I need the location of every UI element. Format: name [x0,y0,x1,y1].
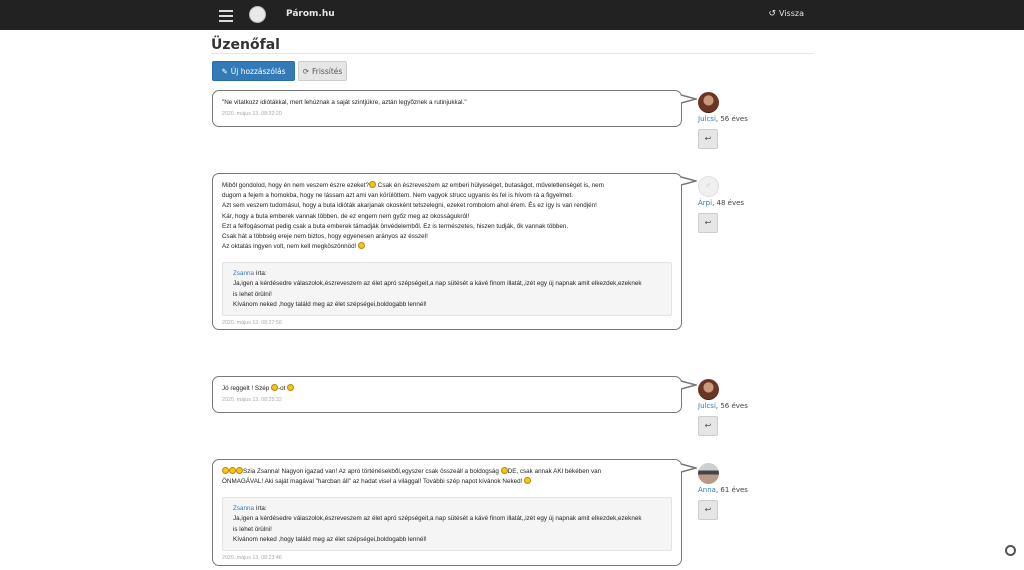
hamburger-menu-icon[interactable] [219,7,233,23]
reply-button[interactable]: ↩ [698,213,718,233]
author-name[interactable]: Julcsi [698,115,716,123]
reply-button[interactable]: ↩ [698,500,718,520]
page-title: Üzenőfal [211,37,280,53]
reply-button[interactable]: ↩ [698,416,718,436]
smiley-icon [500,467,508,474]
quote-text: Ja,igen a kérdésedre válaszolok,észreves… [233,280,642,308]
message-text: Szia Zsanna! Nagyon igazad van! Az apró … [222,467,602,486]
message-bubble: Miből gondolod, hogy én nem veszem észre… [212,173,682,330]
message-time: 2020. május 13. 08:25:32 [222,397,282,404]
author-age: , 61 éves [715,486,748,494]
smiley-icon [229,467,236,474]
message-time: 2020. május 13. 08:27:56 [222,320,282,327]
back-button[interactable]: ↺ Vissza [768,9,804,19]
message-time: 2020. május 13. 08:32:20 [222,111,282,118]
bubble-tail [681,176,697,186]
quote-author[interactable]: Zsanna [233,505,254,512]
quote-author[interactable]: Zsanna [233,270,254,277]
avatar[interactable] [698,92,719,113]
new-post-button[interactable]: ✎ Új hozzászólás [212,61,295,81]
avatar[interactable]: ♂ [698,176,719,197]
sun-icon [271,384,279,391]
author-block: Julcsi, 56 éves ↩ [698,379,758,436]
author-age: , 56 éves [715,402,748,410]
author-name[interactable]: Árpi [698,199,712,207]
reply-button[interactable]: ↩ [698,129,718,149]
reply-icon: ↩ [704,218,712,227]
message-text: Miből gondolod, hogy én nem veszem észre… [222,181,604,251]
smiley-icon [222,467,229,474]
top-navbar: Párom.hu ↺ Vissza [0,0,1024,30]
message-time: 2020. május 13. 08:23:46 [222,555,282,562]
author-name[interactable]: Anna [698,486,716,494]
smiley-icon [236,467,243,474]
smiley-icon [287,384,295,391]
quote-text: Ja,igen a kérdésedre válaszolok,észreves… [233,515,642,543]
reply-icon: ↩ [704,505,712,514]
author-age: , 56 éves [715,115,748,123]
author-block: ♂ Árpi, 48 éves ↩ [698,176,758,233]
bubble-tail [681,463,697,473]
back-label: Vissza [779,9,804,18]
smiley-icon [369,181,377,188]
message-bubble: Jó reggelt ! Szép -ot 2020. május 13. 08… [212,376,682,413]
message-bubble: Szia Zsanna! Nagyon igazad van! Az apró … [212,459,682,566]
avatar[interactable] [698,463,719,484]
bubble-tail [681,94,697,104]
reply-icon: ↩ [704,421,712,430]
brand-name[interactable]: Párom.hu [286,9,335,19]
site-logo[interactable] [249,6,266,23]
author-name[interactable]: Julcsi [698,402,716,410]
message-bubble: "Ne vitatkozz idiótákkal, mert lehúznak … [212,90,682,127]
author-age: , 48 éves [712,199,745,207]
author-block: Anna, 61 éves ↩ [698,463,758,520]
quote-wrote: írta: [254,270,267,278]
message-text: "Ne vitatkozz idiótákkal, mert lehúznak … [222,99,467,106]
message-text: Jó reggelt ! Szép -ot [222,384,672,394]
reply-icon: ↩ [704,134,712,143]
refresh-button[interactable]: ⟳ Frissítés [298,61,347,81]
new-post-label: Új hozzászólás [230,67,286,76]
author-block: Julcsi, 56 éves ↩ [698,92,758,149]
quote-block: Zsanna írta: Ja,igen a kérdésedre válasz… [222,497,672,552]
quote-wrote: írta: [254,505,267,513]
title-divider [211,53,813,54]
smiley-icon [358,242,366,250]
refresh-icon: ⟳ [302,67,309,76]
undo-icon: ↺ [768,9,777,19]
avatar[interactable] [698,379,719,400]
quote-block: Zsanna írta: Ja,igen a kérdésedre válasz… [222,262,672,317]
edit-icon: ✎ [221,67,228,76]
bubble-tail [681,380,697,390]
default-avatar-icon: ♂ [705,181,711,190]
smiley-icon [524,477,532,485]
settings-gear-icon[interactable] [1005,545,1016,556]
refresh-label: Frissítés [312,67,343,76]
